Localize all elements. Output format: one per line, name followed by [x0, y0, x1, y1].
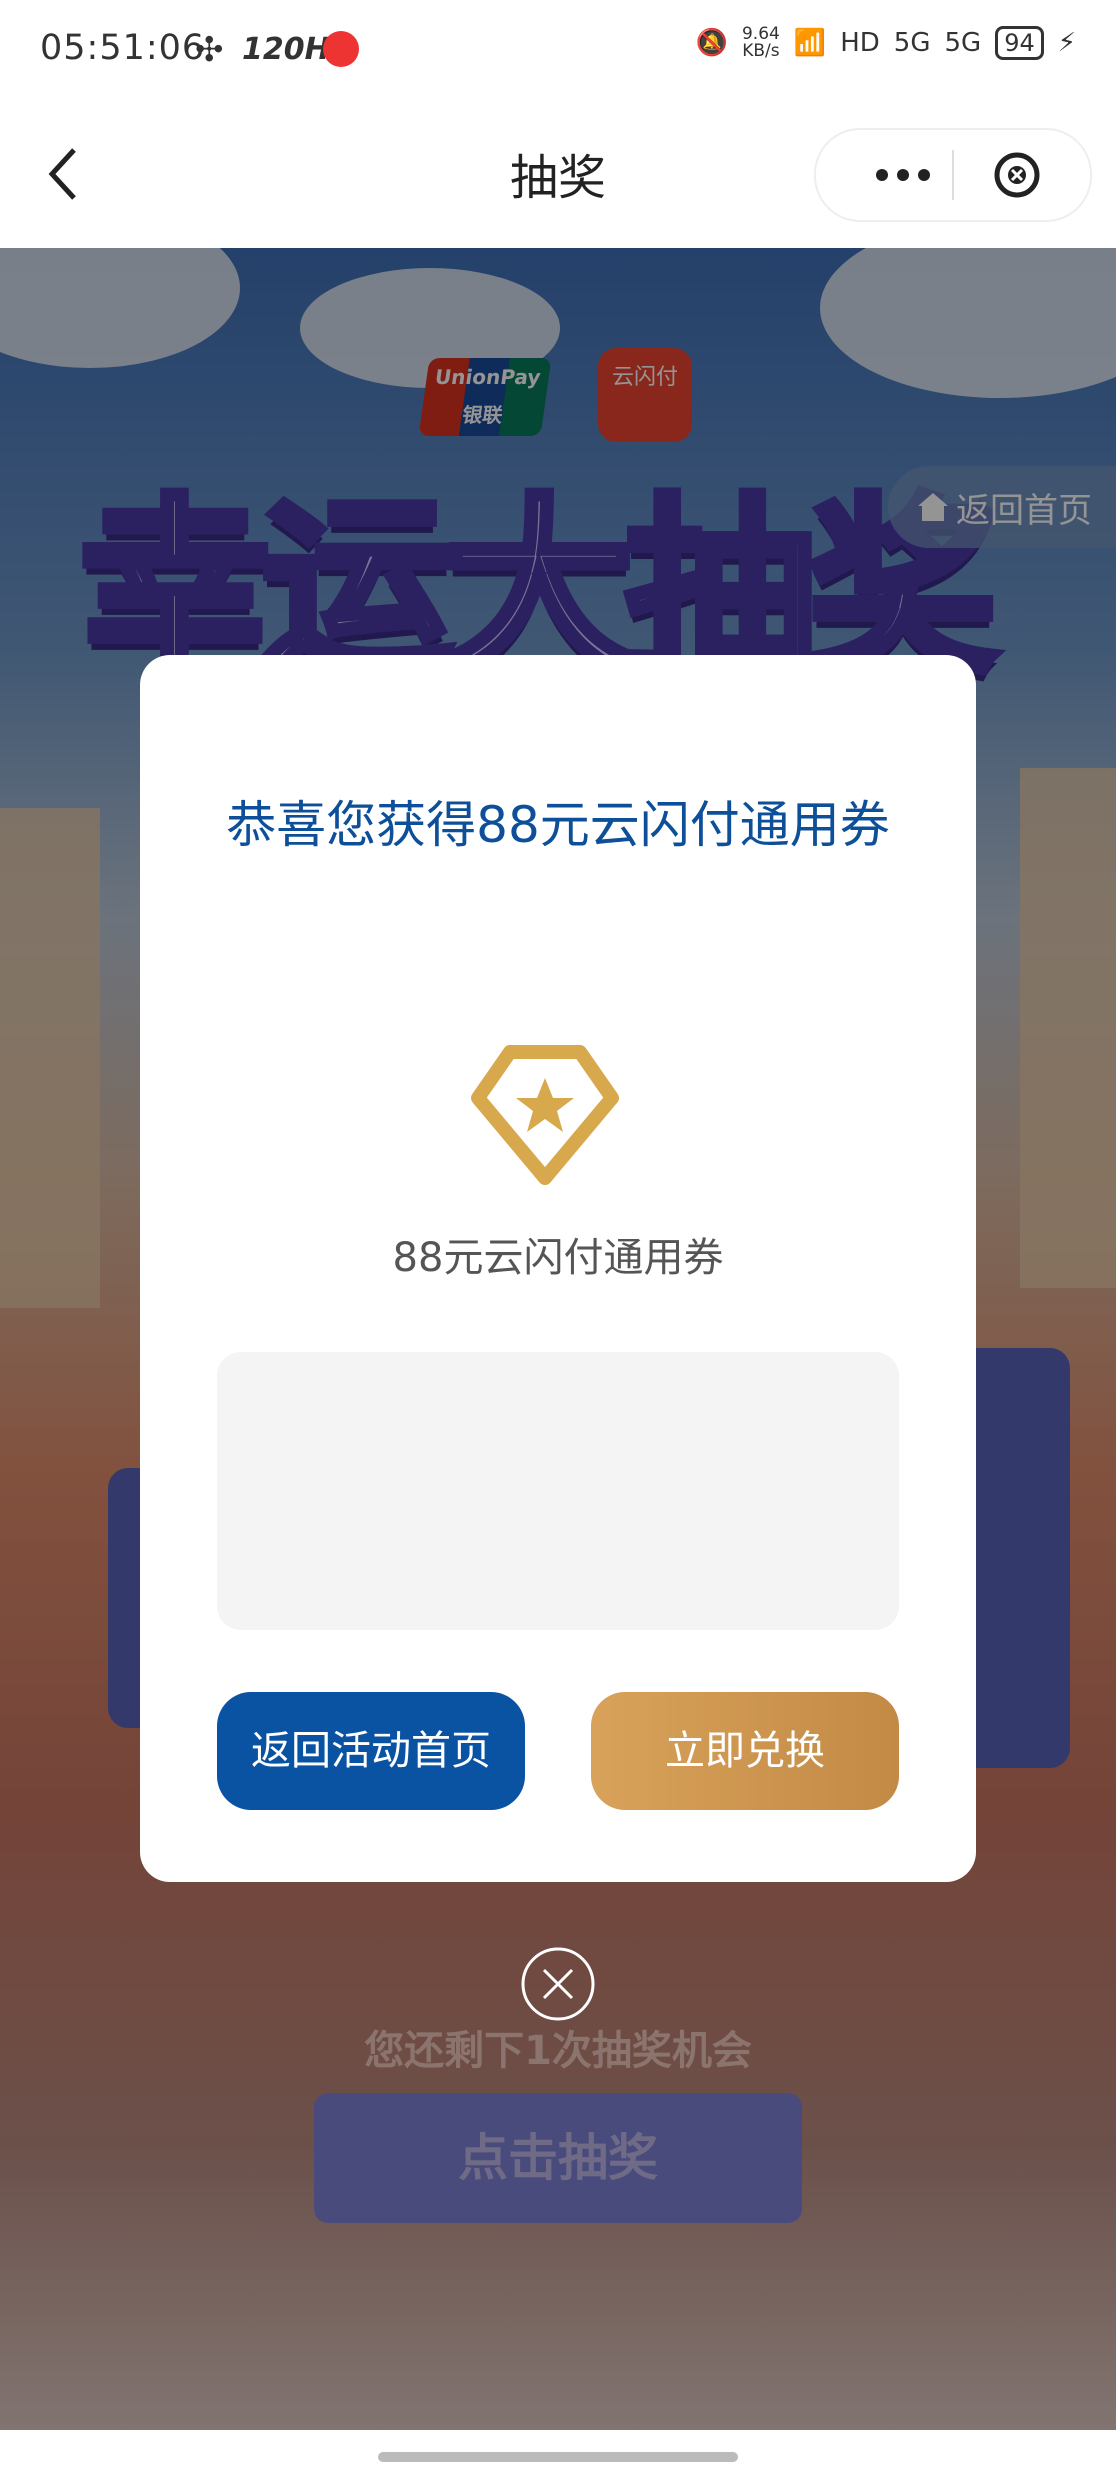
capsule-divider [952, 150, 954, 200]
signal-5g-1: 5G [893, 28, 931, 58]
prize-dialog: 恭喜您获得88元云闪付通用券 88元云闪付通用券 返回活动首页 立即兑换 [140, 655, 976, 1882]
diamond-star-icon [471, 1045, 619, 1185]
prize-congrats-title: 恭喜您获得88元云闪付通用券 [226, 796, 890, 854]
net-speed: 9.64 KB/s [741, 24, 780, 61]
prize-info-box [217, 1352, 899, 1630]
miniprogram-capsule [814, 128, 1092, 222]
fan-icon: ✣ [195, 30, 224, 70]
battery-indicator: 94 [995, 26, 1044, 60]
status-icons: 🔕 9.64 KB/s 📶 HD 5G 5G 94 ⚡ [696, 26, 1076, 60]
home-indicator[interactable] [378, 2452, 738, 2462]
redeem-now-button[interactable]: 立即兑换 [591, 1692, 899, 1810]
app-notification-icon [323, 31, 359, 67]
navigation-bar: 抽奖 [0, 100, 1116, 248]
more-options-button[interactable] [858, 130, 948, 220]
dialog-close-icon[interactable] [520, 1946, 596, 2022]
back-to-activity-button[interactable]: 返回活动首页 [217, 1692, 525, 1810]
more-dots-icon [876, 169, 930, 181]
mute-icon: 🔕 [695, 28, 728, 58]
charging-icon: ⚡ [1057, 28, 1076, 58]
wifi-icon: 📶 [793, 28, 827, 58]
signal-5g-2: 5G [944, 28, 982, 58]
status-bar: 05:51:06 ✣ 120HZ 🔕 9.64 KB/s 📶 HD 5G 5G … [0, 0, 1116, 100]
close-miniprogram-icon[interactable] [992, 150, 1042, 200]
status-time: 05:51:06 [40, 28, 206, 68]
prize-name: 88元云闪付通用券 [392, 1235, 724, 1281]
hd-badge: HD [840, 28, 880, 58]
